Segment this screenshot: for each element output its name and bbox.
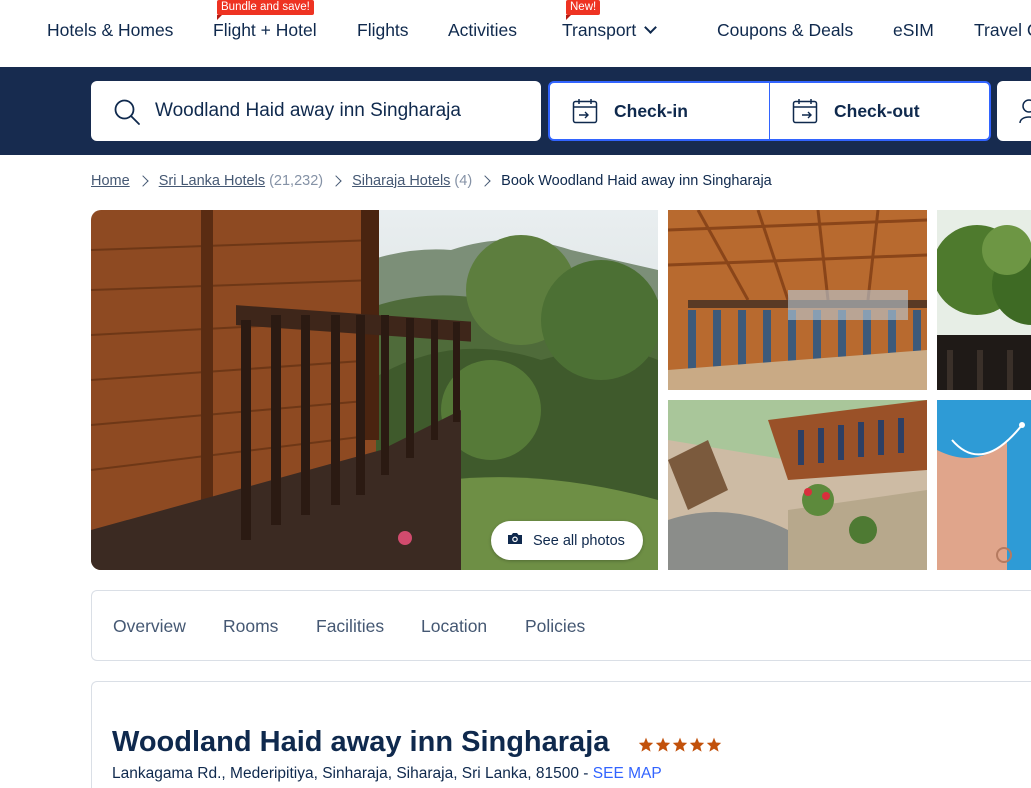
tab-policies[interactable]: Policies — [525, 616, 585, 637]
guests-field[interactable] — [997, 81, 1031, 141]
search-bar: Check-in Check-out — [0, 67, 1031, 155]
nav-activities[interactable]: Activities — [448, 20, 517, 41]
nav-label: Hotels & Homes — [47, 20, 174, 40]
hotel-name: Woodland Haid away inn Singharaja — [112, 726, 610, 758]
nav-flights[interactable]: Flights — [357, 20, 409, 41]
tab-overview[interactable]: Overview — [113, 616, 186, 637]
main-hotel-photo[interactable] — [91, 210, 658, 570]
nav-hotels-homes[interactable]: Hotels & Homes — [47, 20, 173, 41]
tab-location[interactable]: Location — [421, 616, 487, 637]
hotel-photo-2[interactable] — [668, 210, 927, 390]
hotel-photo-4[interactable] — [937, 210, 1031, 390]
breadcrumb-home[interactable]: Home — [91, 173, 130, 189]
checkin-field[interactable]: Check-in — [548, 81, 770, 141]
breadcrumb-country-count: (21,232) — [269, 173, 324, 189]
breadcrumb-city-count: (4) — [454, 173, 473, 189]
chevron-right-icon — [137, 175, 149, 187]
hotel-address: Lankagama Rd., Mederipitiya, Sinharaja, … — [112, 765, 662, 783]
address-text: Lankagama Rd., Mederipitiya, Sinharaja, … — [112, 765, 593, 782]
nav-label: Travel C — [974, 20, 1031, 40]
nav-travel-guides[interactable]: Travel C — [974, 20, 1031, 41]
see-all-photos-label: See all photos — [533, 532, 625, 549]
checkout-label: Check-out — [834, 101, 920, 121]
destination-input[interactable] — [155, 95, 525, 127]
star-icon — [706, 737, 722, 757]
hotel-photo-5[interactable] — [937, 400, 1031, 570]
star-rating — [638, 737, 722, 757]
bundle-badge: Bundle and save! — [217, 0, 314, 20]
new-badge: New! — [566, 0, 601, 20]
nav-label: Flight + Hotel — [213, 20, 317, 40]
nav-label: Coupons & Deals — [717, 20, 854, 40]
nav-label: eSIM — [893, 20, 934, 40]
nav-esim[interactable]: eSIM — [893, 20, 934, 41]
nav-transport[interactable]: New! Transport — [562, 0, 658, 41]
camera-icon — [507, 532, 523, 549]
person-icon — [1019, 98, 1031, 129]
hotel-section-tabs: Overview Rooms Facilities Location Polic… — [91, 590, 1031, 661]
destination-search[interactable] — [91, 81, 541, 141]
chevron-right-icon — [479, 175, 491, 187]
hotel-photo-3[interactable] — [668, 400, 927, 570]
search-icon — [113, 98, 141, 131]
nav-coupons-deals[interactable]: Coupons & Deals — [717, 20, 853, 41]
chevron-down-icon — [644, 21, 658, 34]
star-icon — [655, 737, 671, 757]
star-icon — [672, 737, 688, 757]
nav-label: Flights — [357, 20, 409, 40]
breadcrumb-current: Book Woodland Haid away inn Singharaja — [501, 173, 772, 189]
tab-facilities[interactable]: Facilities — [316, 616, 384, 637]
top-navigation: Hotels & Homes Bundle and save! Flight +… — [0, 0, 1031, 67]
breadcrumb-country[interactable]: Sri Lanka Hotels — [159, 173, 265, 189]
calendar-checkout-icon — [792, 98, 818, 129]
tab-rooms[interactable]: Rooms — [223, 616, 278, 637]
breadcrumb-city[interactable]: Siharaja Hotels — [352, 173, 450, 189]
checkin-label: Check-in — [614, 101, 688, 121]
calendar-checkin-icon — [572, 98, 598, 129]
see-map-link[interactable]: SEE MAP — [593, 765, 662, 782]
nav-flight-hotel[interactable]: Bundle and save! Flight + Hotel — [213, 0, 317, 41]
star-icon — [638, 737, 654, 757]
breadcrumb: Home Sri Lanka Hotels (21,232) Siharaja H… — [91, 173, 772, 189]
star-icon — [689, 737, 705, 757]
nav-label: Activities — [448, 20, 518, 40]
see-all-photos-button[interactable]: See all photos — [491, 521, 643, 560]
checkout-field[interactable]: Check-out — [769, 81, 991, 141]
nav-label: Transport — [562, 20, 637, 40]
chevron-right-icon — [330, 175, 342, 187]
